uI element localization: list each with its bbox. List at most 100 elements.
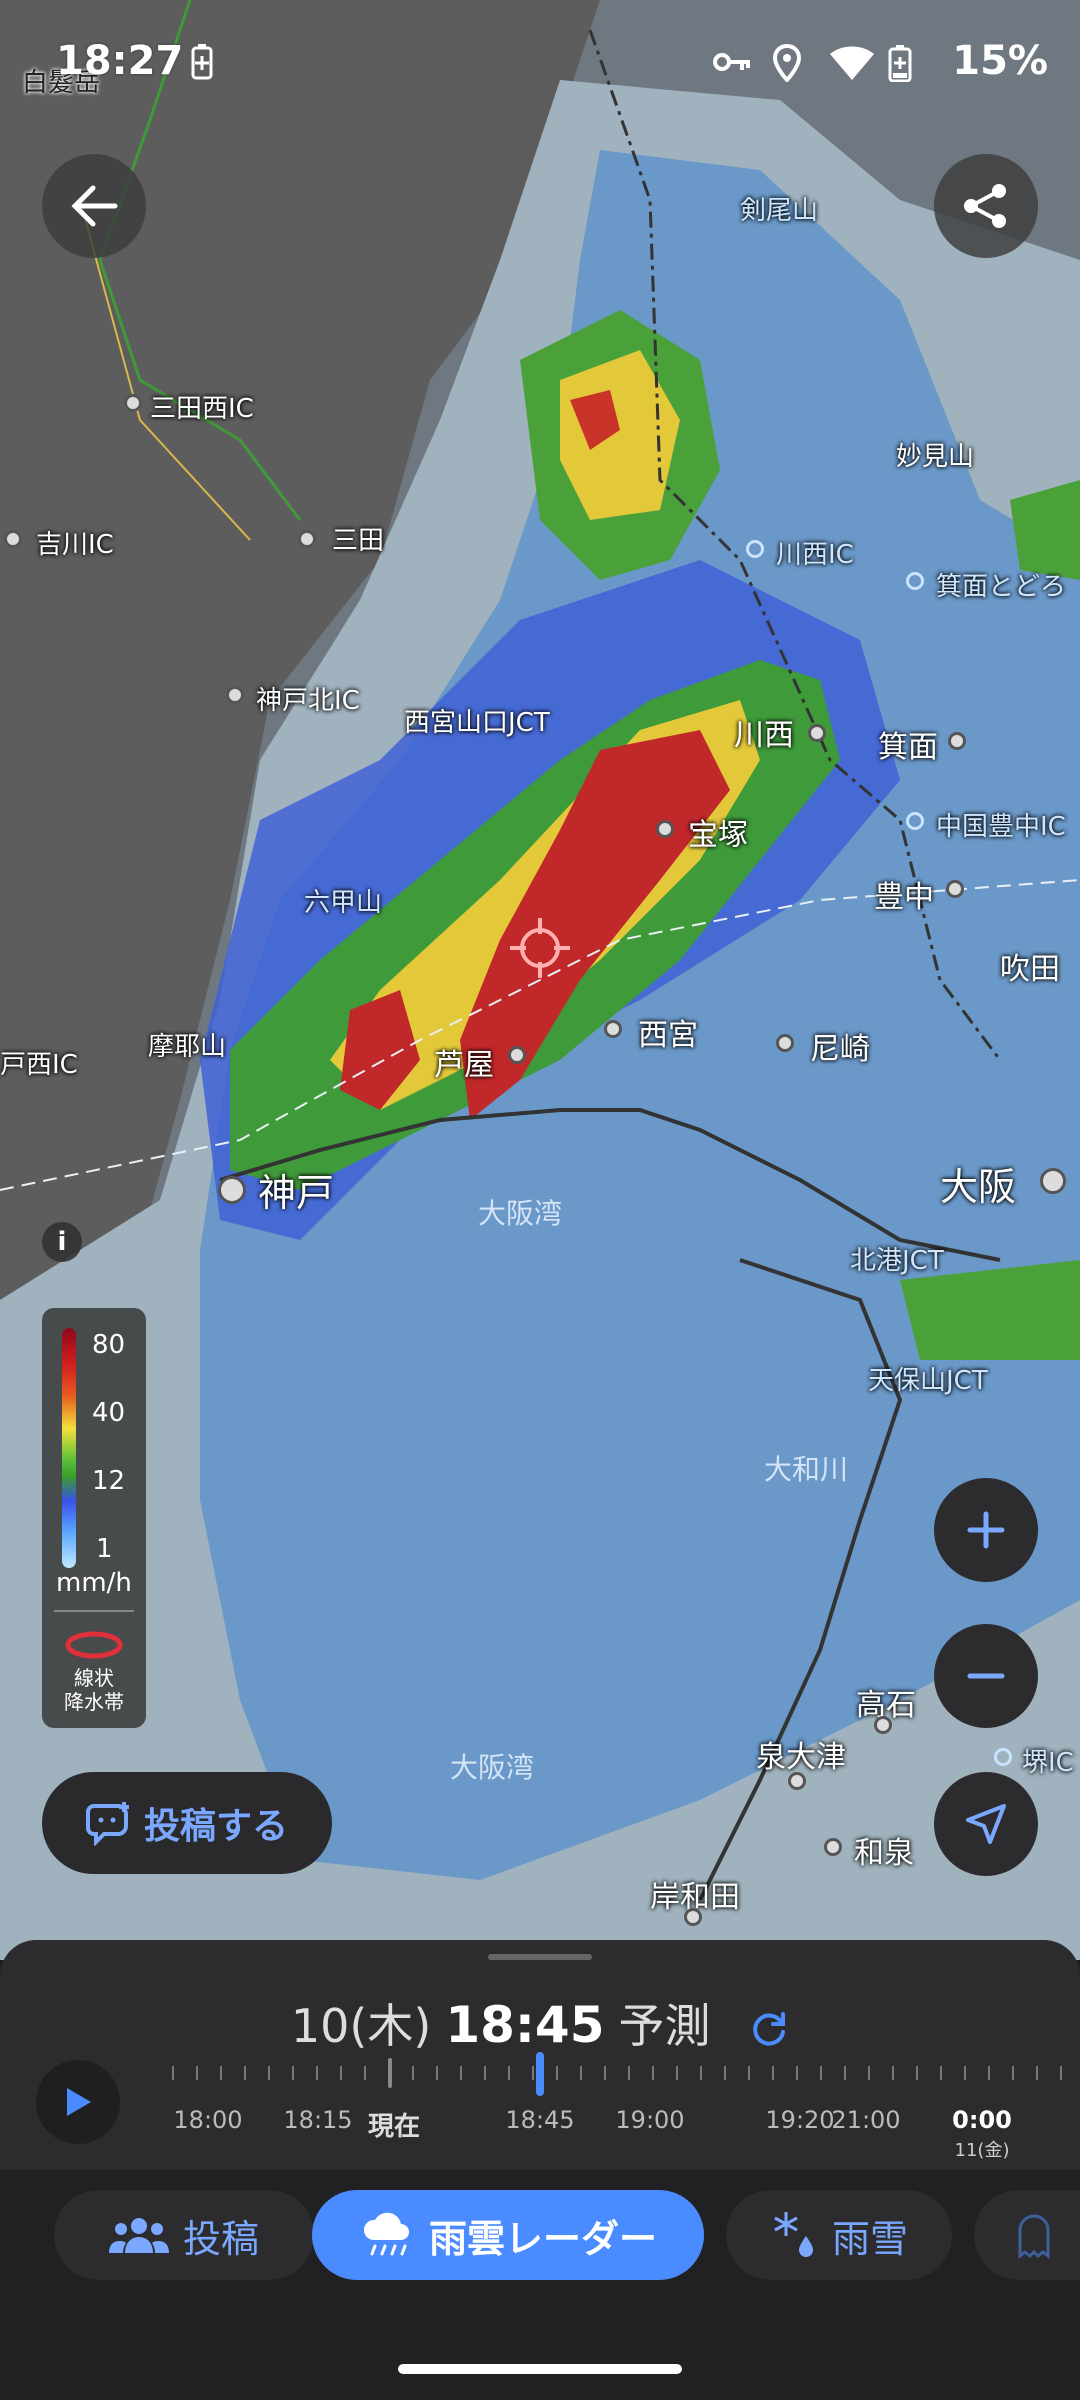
timeline-label: 21:00 bbox=[831, 2106, 901, 2134]
precipitation-legend: 80 40 12 1 mm/h 線状 降水帯 bbox=[42, 1308, 146, 1728]
timeline-tick bbox=[892, 2066, 894, 2080]
timeline-tick bbox=[652, 2066, 654, 2080]
legend-divider bbox=[54, 1610, 134, 1612]
place-marker bbox=[684, 1908, 702, 1926]
timeline-tick bbox=[604, 2066, 606, 2080]
place-label: 川西IC bbox=[776, 540, 854, 570]
back-button[interactable] bbox=[42, 154, 146, 258]
battery-saver-icon bbox=[190, 44, 214, 84]
tab-label: 雨雪 bbox=[831, 2216, 908, 2261]
linear-rainband-icon bbox=[65, 1631, 123, 1659]
current-location-button[interactable] bbox=[934, 1772, 1038, 1876]
tab-rain-radar[interactable]: 雨雲レーダー bbox=[312, 2190, 704, 2280]
timeline-label: 18:00 bbox=[173, 2106, 243, 2134]
post-button[interactable]: 投稿する bbox=[42, 1772, 332, 1874]
timeline-label: 19:20 bbox=[765, 2106, 835, 2134]
place-marker bbox=[788, 1772, 806, 1790]
place-marker bbox=[226, 686, 244, 704]
timeline-tick bbox=[508, 2066, 510, 2080]
timeline-label: 0:00 bbox=[952, 2106, 1012, 2134]
snow-rain-icon bbox=[774, 2212, 813, 2257]
wifi-icon bbox=[828, 44, 876, 86]
timeline-tick bbox=[1012, 2066, 1014, 2080]
place-label: 大阪 bbox=[940, 1165, 1017, 1209]
timeline-tick bbox=[172, 2066, 174, 2080]
timeline-tick bbox=[340, 2066, 342, 2080]
place-label: 吉川IC bbox=[36, 530, 114, 560]
info-icon[interactable]: i bbox=[42, 1222, 82, 1262]
legend-value: 80 bbox=[92, 1330, 126, 1360]
place-marker bbox=[604, 1020, 622, 1038]
post-button-label: 投稿する bbox=[143, 1806, 288, 1847]
place-label: 神戸北IC bbox=[256, 686, 360, 716]
people-icon bbox=[108, 2218, 169, 2253]
timeline-current-marker[interactable] bbox=[536, 2052, 544, 2096]
place-label: 芦屋 bbox=[434, 1048, 494, 1083]
timeline-tick bbox=[316, 2066, 318, 2080]
place-label: 川西 bbox=[734, 718, 794, 753]
tab-more[interactable] bbox=[974, 2190, 1080, 2280]
rain-radar-map[interactable]: 白髮岳 剣尾山 三田西IC 妙見山 吉川IC 三田 川西IC 箕面とどろ 神戸北… bbox=[0, 0, 1080, 1960]
forecast-time: 18:45 bbox=[445, 1996, 605, 2054]
place-marker bbox=[824, 1838, 842, 1856]
place-label: 西宮山口JCT bbox=[404, 708, 550, 738]
place-label: 中国豊中IC bbox=[936, 812, 1066, 842]
arrow-left-icon bbox=[71, 185, 118, 227]
legend-value: 12 bbox=[92, 1466, 126, 1496]
tab-rain-snow[interactable]: 雨雪 bbox=[726, 2190, 952, 2280]
legend-unit: mm/h bbox=[56, 1568, 132, 1598]
place-label: 堺IC bbox=[1022, 1748, 1074, 1778]
navigation-arrow-icon bbox=[966, 1804, 1006, 1844]
timeline-tick bbox=[676, 2066, 678, 2080]
place-marker bbox=[656, 820, 674, 838]
place-label: 大阪湾 bbox=[478, 1197, 563, 1230]
timeline-tick bbox=[196, 2066, 198, 2080]
panel-drag-handle[interactable] bbox=[488, 1954, 592, 1960]
place-marker bbox=[994, 1748, 1012, 1766]
place-label: 箕面とどろ bbox=[936, 572, 1067, 602]
place-label: 六甲山 bbox=[304, 888, 383, 918]
tab-post[interactable]: 投稿 bbox=[54, 2190, 314, 2280]
timeline-tick bbox=[460, 2066, 462, 2080]
place-marker bbox=[124, 394, 142, 412]
timeline-tick bbox=[916, 2066, 918, 2080]
place-label: 摩耶山 bbox=[148, 1032, 227, 1062]
timeline-tick bbox=[1036, 2066, 1038, 2080]
play-button[interactable] bbox=[36, 2060, 120, 2144]
share-button[interactable] bbox=[934, 154, 1038, 258]
tab-label: 投稿 bbox=[182, 2216, 259, 2261]
legend-label: 降水帯 bbox=[64, 1690, 124, 1714]
refresh-icon[interactable] bbox=[749, 2010, 789, 2050]
place-label: 戸西IC bbox=[0, 1050, 78, 1080]
place-label: 泉大津 bbox=[756, 1740, 846, 1775]
place-label: 天保山JCT bbox=[868, 1366, 988, 1396]
timeline-tick bbox=[484, 2066, 486, 2080]
place-label: 大阪湾 bbox=[450, 1751, 535, 1784]
timeline-tick bbox=[1060, 2066, 1062, 2080]
place-marker bbox=[298, 530, 316, 548]
timeline-panel: 10(木) 18:45 予測 18:00 18:15 現在 18:45 19:00 … bbox=[0, 1940, 1080, 2170]
legend-value: 40 bbox=[92, 1398, 126, 1428]
timeline-tick bbox=[364, 2066, 366, 2080]
place-label: 吹田 bbox=[1000, 952, 1060, 987]
place-label: 三田 bbox=[332, 526, 385, 556]
timeline-tick bbox=[748, 2066, 750, 2080]
timeline-tick bbox=[388, 2058, 392, 2088]
place-label: 大和川 bbox=[764, 1453, 849, 1486]
timeline-tick bbox=[292, 2066, 294, 2080]
timeline-tick bbox=[436, 2066, 438, 2080]
timeline-tick bbox=[796, 2066, 798, 2080]
share-icon bbox=[964, 184, 1006, 228]
place-marker bbox=[874, 1716, 892, 1734]
timeline-tick bbox=[940, 2066, 942, 2080]
timeline-tick bbox=[556, 2066, 558, 2080]
place-marker bbox=[948, 732, 966, 750]
zoom-in-button[interactable] bbox=[934, 1478, 1038, 1582]
rain-cloud-icon bbox=[363, 2212, 409, 2256]
place-label: 剣尾山 bbox=[740, 196, 819, 226]
timeline-tick bbox=[988, 2066, 990, 2080]
zoom-out-button[interactable] bbox=[934, 1624, 1038, 1728]
location-icon bbox=[772, 43, 802, 86]
timeline-tick bbox=[820, 2066, 822, 2080]
ghost-icon bbox=[1018, 2214, 1050, 2260]
